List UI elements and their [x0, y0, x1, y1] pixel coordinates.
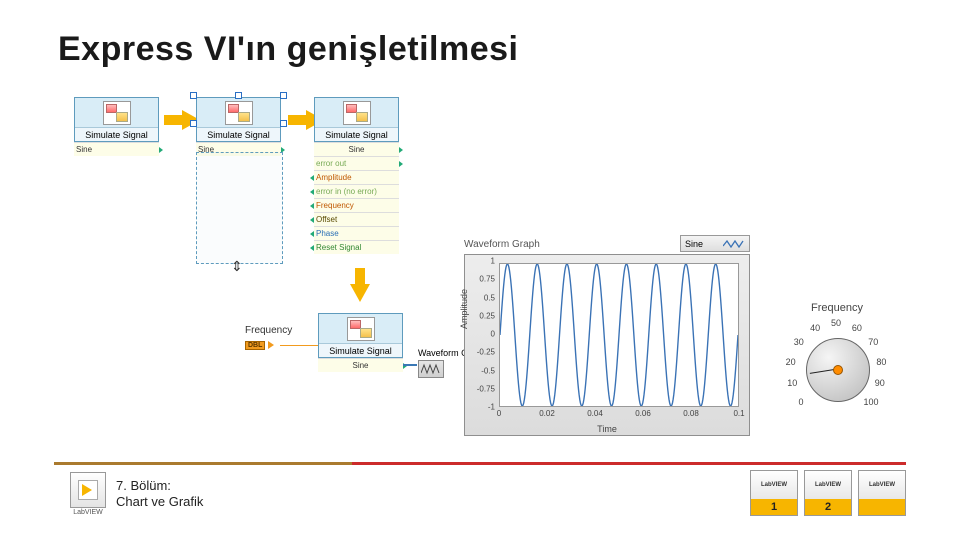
certification-badges: LabVIEW1 LabVIEW2 LabVIEW	[750, 470, 906, 516]
badge-level: 1	[751, 499, 797, 515]
express-vi-icon	[225, 101, 253, 125]
express-vi-icon	[103, 101, 131, 125]
badge-top: LabVIEW	[859, 471, 905, 499]
footer-divider	[54, 462, 906, 465]
vi-terminal-frequency[interactable]: Frequency	[314, 198, 399, 212]
simulate-signal-vi-expanded[interactable]: Simulate Signal Sine error out Amplitude…	[314, 97, 399, 254]
slide-title: Express VI'ın genişletilmesi	[58, 30, 519, 69]
simulate-signal-vi-collapsed-2[interactable]: Simulate Signal Sine	[196, 97, 281, 156]
legend-label: Sine	[685, 239, 703, 249]
vi-title: Simulate Signal	[319, 343, 402, 357]
wire	[280, 345, 318, 346]
vi-terminal-error-in[interactable]: error in (no error)	[314, 184, 399, 198]
graph-caption: Waveform Graph	[464, 239, 540, 250]
waveform-graph[interactable]: Sine Amplitude -1-0.75-0.5-0.2500.250.50…	[464, 254, 750, 436]
vi-title: Simulate Signal	[75, 127, 158, 141]
vi-expand-preview	[196, 152, 283, 264]
footer-line-1: 7. Bölüm:	[116, 478, 203, 494]
vi-terminal-sine[interactable]: Sine	[74, 142, 159, 156]
waveform-indicator-icon	[418, 360, 444, 378]
x-axis-ticks: 00.020.040.060.080.1	[499, 409, 739, 419]
control-output-terminal-icon	[268, 341, 274, 349]
simulate-signal-vi-collapsed-1[interactable]: Simulate Signal Sine	[74, 97, 159, 156]
arrow-down-icon	[350, 284, 370, 302]
simulate-signal-vi-wired[interactable]: Simulate Signal Sine	[318, 313, 403, 372]
plot-area	[499, 263, 739, 407]
badge-level	[859, 499, 905, 515]
frequency-control-label: Frequency	[245, 325, 292, 336]
vi-terminal-error-out[interactable]: error out	[314, 156, 399, 170]
legend-swatch-icon	[723, 240, 745, 248]
vi-terminal-sine[interactable]: Sine	[314, 142, 399, 156]
vi-title: Simulate Signal	[315, 127, 398, 141]
footer-line-2: Chart ve Grafik	[116, 494, 203, 510]
express-vi-icon	[343, 101, 371, 125]
badge-top: LabVIEW	[805, 471, 851, 499]
dial-label: Frequency	[772, 302, 902, 314]
labview-logo-text: LabVIEW	[70, 509, 106, 516]
frequency-dial[interactable]: Frequency 0102030405060708090100	[772, 302, 902, 424]
badge-level: 2	[805, 499, 851, 515]
x-axis-label: Time	[465, 424, 749, 434]
vi-terminal-reset[interactable]: Reset Signal	[314, 240, 399, 254]
frequency-control[interactable]: Frequency DBL	[245, 325, 292, 352]
plot-legend[interactable]: Sine	[680, 235, 750, 252]
dial-knob-icon	[833, 365, 843, 375]
footer: LabVIEW 7. Bölüm: Chart ve Grafik	[70, 472, 203, 516]
vi-terminal-sine[interactable]: Sine	[318, 358, 403, 372]
badge-top: LabVIEW	[751, 471, 797, 499]
express-vi-icon	[347, 317, 375, 341]
wire	[403, 364, 417, 366]
labview-logo-icon	[70, 472, 106, 508]
vi-terminal-amplitude[interactable]: Amplitude	[314, 170, 399, 184]
resize-cursor-icon: ⇕	[231, 258, 243, 275]
dbl-datatype-icon: DBL	[245, 341, 265, 350]
vi-title: Simulate Signal	[197, 127, 280, 141]
y-axis-ticks: -1-0.75-0.5-0.2500.250.50.751	[465, 261, 497, 407]
vi-terminal-offset[interactable]: Offset	[314, 212, 399, 226]
vi-terminal-phase[interactable]: Phase	[314, 226, 399, 240]
